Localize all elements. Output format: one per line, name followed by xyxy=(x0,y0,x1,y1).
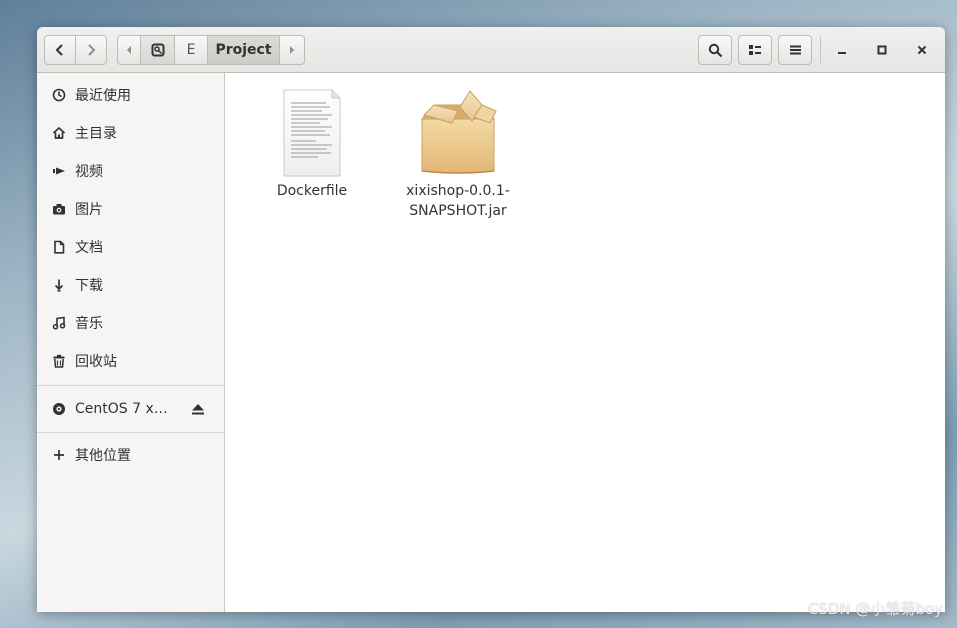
sidebar-item-recent[interactable]: 最近使用 xyxy=(37,77,224,113)
path-segment-project[interactable]: Project xyxy=(207,35,280,65)
file-name-line: xixishop-0.0.1- xyxy=(406,183,510,199)
menu-button[interactable] xyxy=(778,35,812,65)
recent-icon xyxy=(51,87,67,103)
sidebar-item-label: 回收站 xyxy=(75,354,117,370)
close-icon xyxy=(917,45,927,55)
triangle-left-icon xyxy=(127,46,131,54)
file-item-jar[interactable]: xixishop-0.0.1- SNAPSHOT.jar xyxy=(398,85,518,221)
forward-button[interactable] xyxy=(75,35,107,65)
sidebar-item-other-locations[interactable]: 其他位置 xyxy=(37,437,224,473)
sidebar-item-label: 主目录 xyxy=(75,126,117,142)
triangle-right-icon xyxy=(290,46,294,54)
sidebar-item-label: 图片 xyxy=(75,202,103,218)
path-scroll-right-button[interactable] xyxy=(279,35,305,65)
package-icon xyxy=(420,90,497,174)
sidebar-separator xyxy=(37,385,224,386)
maximize-icon xyxy=(877,45,887,55)
view-mode-button[interactable] xyxy=(738,35,772,65)
sidebar-item-label: CentOS 7 x… xyxy=(75,401,168,417)
sidebar-item-centos-disc[interactable]: CentOS 7 x… xyxy=(37,391,224,427)
download-icon xyxy=(51,277,67,293)
header-bar: E Project xyxy=(37,27,945,73)
music-icon xyxy=(51,315,67,331)
search-icon xyxy=(708,43,722,57)
sidebar-item-label: 最近使用 xyxy=(75,88,131,104)
sidebar-item-label: 下载 xyxy=(75,278,103,294)
document-icon xyxy=(51,239,67,255)
watermark: CSDN @小雏菊boy xyxy=(807,600,943,618)
file-item-dockerfile[interactable]: Dockerfile xyxy=(252,89,372,201)
close-button[interactable] xyxy=(907,35,937,65)
file-manager-window: E Project 最近使用 主目录 视频 图片 文档 下载 音乐 回收站 Ce… xyxy=(37,27,945,612)
sidebar-item-label: 其他位置 xyxy=(75,448,131,464)
header-separator xyxy=(820,37,821,63)
maximize-button[interactable] xyxy=(867,35,897,65)
path-segment-e[interactable]: E xyxy=(174,35,208,65)
minimize-icon xyxy=(838,52,846,54)
list-view-icon xyxy=(749,45,761,55)
file-name: Dockerfile xyxy=(276,183,348,199)
trash-icon xyxy=(51,353,67,369)
plus-icon xyxy=(51,447,67,463)
sidebar-item-label: 音乐 xyxy=(75,316,103,332)
sidebar-item-pictures[interactable]: 图片 xyxy=(37,191,224,227)
disc-icon xyxy=(51,401,67,417)
minimize-button[interactable] xyxy=(827,35,857,65)
sidebar-item-videos[interactable]: 视频 xyxy=(37,153,224,189)
sidebar-item-music[interactable]: 音乐 xyxy=(37,305,224,341)
video-icon xyxy=(51,163,67,179)
home-icon xyxy=(51,125,67,141)
path-scroll-left-button[interactable] xyxy=(117,35,141,65)
path-root-disk-button[interactable] xyxy=(140,35,175,65)
file-view: Dockerfile xixishop-0.0.1- SNAPSHOT.jar xyxy=(225,73,945,612)
chevron-right-icon xyxy=(88,44,96,56)
sidebar-item-downloads[interactable]: 下载 xyxy=(37,267,224,303)
search-button[interactable] xyxy=(698,35,732,65)
file-name-line: SNAPSHOT.jar xyxy=(409,203,507,219)
sidebar-item-trash[interactable]: 回收站 xyxy=(37,343,224,379)
sidebar-separator xyxy=(37,432,224,433)
hamburger-icon xyxy=(789,45,801,55)
sidebar: 最近使用 主目录 视频 图片 文档 下载 音乐 回收站 CentOS 7 x… … xyxy=(37,73,225,612)
sidebar-item-documents[interactable]: 文档 xyxy=(37,229,224,265)
sidebar-item-label: 文档 xyxy=(75,240,103,256)
text-file-icon xyxy=(283,89,341,177)
eject-icon[interactable] xyxy=(190,401,206,417)
camera-icon xyxy=(51,201,67,217)
chevron-left-icon xyxy=(55,44,63,56)
sidebar-item-home[interactable]: 主目录 xyxy=(37,115,224,151)
file-name: xixishop-0.0.1- SNAPSHOT.jar xyxy=(398,181,518,221)
back-button[interactable] xyxy=(44,35,76,65)
drive-icon xyxy=(151,43,164,57)
sidebar-item-label: 视频 xyxy=(75,164,103,180)
